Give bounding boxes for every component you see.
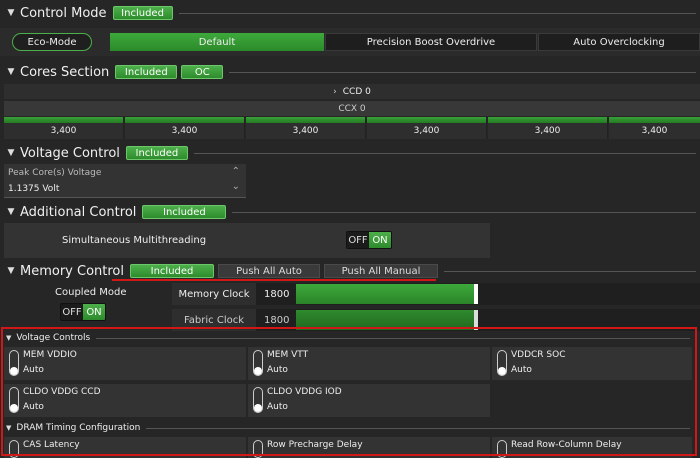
memory-clock-slider-handle[interactable] — [474, 284, 478, 304]
core-frequency-cell[interactable]: 3,400 — [367, 117, 487, 139]
highlight-box — [1, 327, 697, 456]
memory-clock-value: 1800 — [264, 289, 290, 300]
additional-control-header[interactable]: ▼ Additional Control Included — [0, 201, 700, 223]
ccd-row[interactable]: › CCD 0 — [4, 84, 700, 99]
toggle-on[interactable]: ON — [369, 232, 391, 248]
core-frequency-cell[interactable]: 3,400 — [609, 117, 700, 139]
cores-section-header[interactable]: ▼ Cores Section Included OC — [0, 61, 700, 83]
peak-core-voltage-field[interactable]: Peak Core(s) Voltage 1.1375 Volt ⌃ ⌄ — [4, 164, 246, 198]
additional-control-title: Additional Control — [20, 204, 137, 220]
toggle-on[interactable]: ON — [83, 304, 105, 320]
voltage-control-header[interactable]: ▼ Voltage Control Included — [0, 142, 700, 164]
peak-core-voltage-label: Peak Core(s) Voltage — [8, 168, 102, 178]
peak-core-voltage-value: 1.1375 Volt — [8, 184, 60, 194]
toggle-off[interactable]: OFF — [347, 232, 369, 248]
ccd-label: CCD 0 — [342, 86, 371, 97]
chevron-down-icon[interactable]: ▼ — [4, 8, 18, 18]
memory-included-badge[interactable]: Included — [130, 264, 214, 278]
tab-auto-overclocking[interactable]: Auto Overclocking — [538, 33, 700, 51]
tab-default[interactable]: Default — [110, 33, 324, 51]
chevron-up-icon[interactable]: ⌃ — [232, 166, 240, 177]
ccx-label: CCX 0 — [4, 101, 700, 116]
chevron-right-icon[interactable]: › — [333, 87, 337, 97]
core-frequency-cell[interactable]: 3,400 — [125, 117, 245, 139]
divider — [178, 12, 696, 14]
chevron-down-icon[interactable]: ▼ — [4, 207, 18, 217]
additional-included-badge[interactable]: Included — [142, 205, 227, 219]
fabric-clock-value: 1800 — [264, 315, 290, 326]
toggle-off[interactable]: OFF — [61, 304, 83, 320]
chevron-down-icon[interactable]: ▼ — [4, 67, 18, 77]
core-frequency-value: 3,400 — [4, 123, 123, 139]
smt-toggle[interactable]: OFF ON — [346, 231, 392, 249]
cores-section-title: Cores Section — [20, 64, 110, 80]
memory-clock-slider[interactable] — [296, 284, 476, 304]
memory-clock-label: Memory Clock — [172, 283, 256, 305]
coupled-mode-label: Coupled Mode — [55, 287, 127, 298]
control-mode-title: Control Mode — [20, 5, 107, 21]
highlight-underline — [112, 279, 436, 281]
voltage-control-title: Voltage Control — [20, 145, 120, 161]
push-all-auto-button[interactable]: Push All Auto — [218, 264, 320, 278]
push-all-manual-button[interactable]: Push All Manual — [324, 264, 438, 278]
voltage-included-badge[interactable]: Included — [125, 146, 188, 160]
control-mode-header[interactable]: ▼ Control Mode Included — [0, 2, 700, 24]
core-frequency-cell[interactable]: 3,400 — [4, 117, 124, 139]
cores-included-badge[interactable]: Included — [115, 65, 178, 79]
tab-precision-boost-overdrive[interactable]: Precision Boost Overdrive — [325, 33, 537, 51]
smt-row: Simultaneous Multithreading — [4, 223, 490, 258]
chevron-down-icon[interactable]: ▼ — [4, 148, 18, 158]
core-frequency-row: 3,400 3,400 3,400 3,400 3,400 3,400 — [4, 117, 700, 139]
divider — [444, 270, 696, 272]
chevron-down-icon[interactable]: ⌄ — [232, 181, 240, 192]
core-frequency-value: 3,400 — [367, 123, 486, 139]
memory-control-title: Memory Control — [20, 263, 124, 279]
field-underline — [4, 197, 246, 198]
divider — [232, 211, 696, 213]
coupled-mode-toggle[interactable]: OFF ON — [60, 303, 106, 321]
core-frequency-value: 3,400 — [125, 123, 244, 139]
chevron-down-icon[interactable]: ▼ — [4, 266, 18, 276]
divider — [229, 71, 696, 73]
core-frequency-value: 3,400 — [488, 123, 607, 139]
control-mode-included-badge[interactable]: Included — [112, 6, 173, 20]
smt-label: Simultaneous Multithreading — [62, 235, 207, 246]
core-frequency-cell[interactable]: 3,400 — [488, 117, 608, 139]
memory-clock-row: Memory Clock 1800 — [172, 283, 700, 305]
core-frequency-value: 3,400 — [246, 123, 365, 139]
eco-mode-button[interactable]: Eco-Mode — [12, 33, 92, 51]
divider — [193, 152, 696, 154]
oc-badge[interactable]: OC — [181, 65, 224, 79]
core-frequency-cell[interactable]: 3,400 — [246, 117, 366, 139]
core-frequency-value: 3,400 — [609, 123, 700, 139]
